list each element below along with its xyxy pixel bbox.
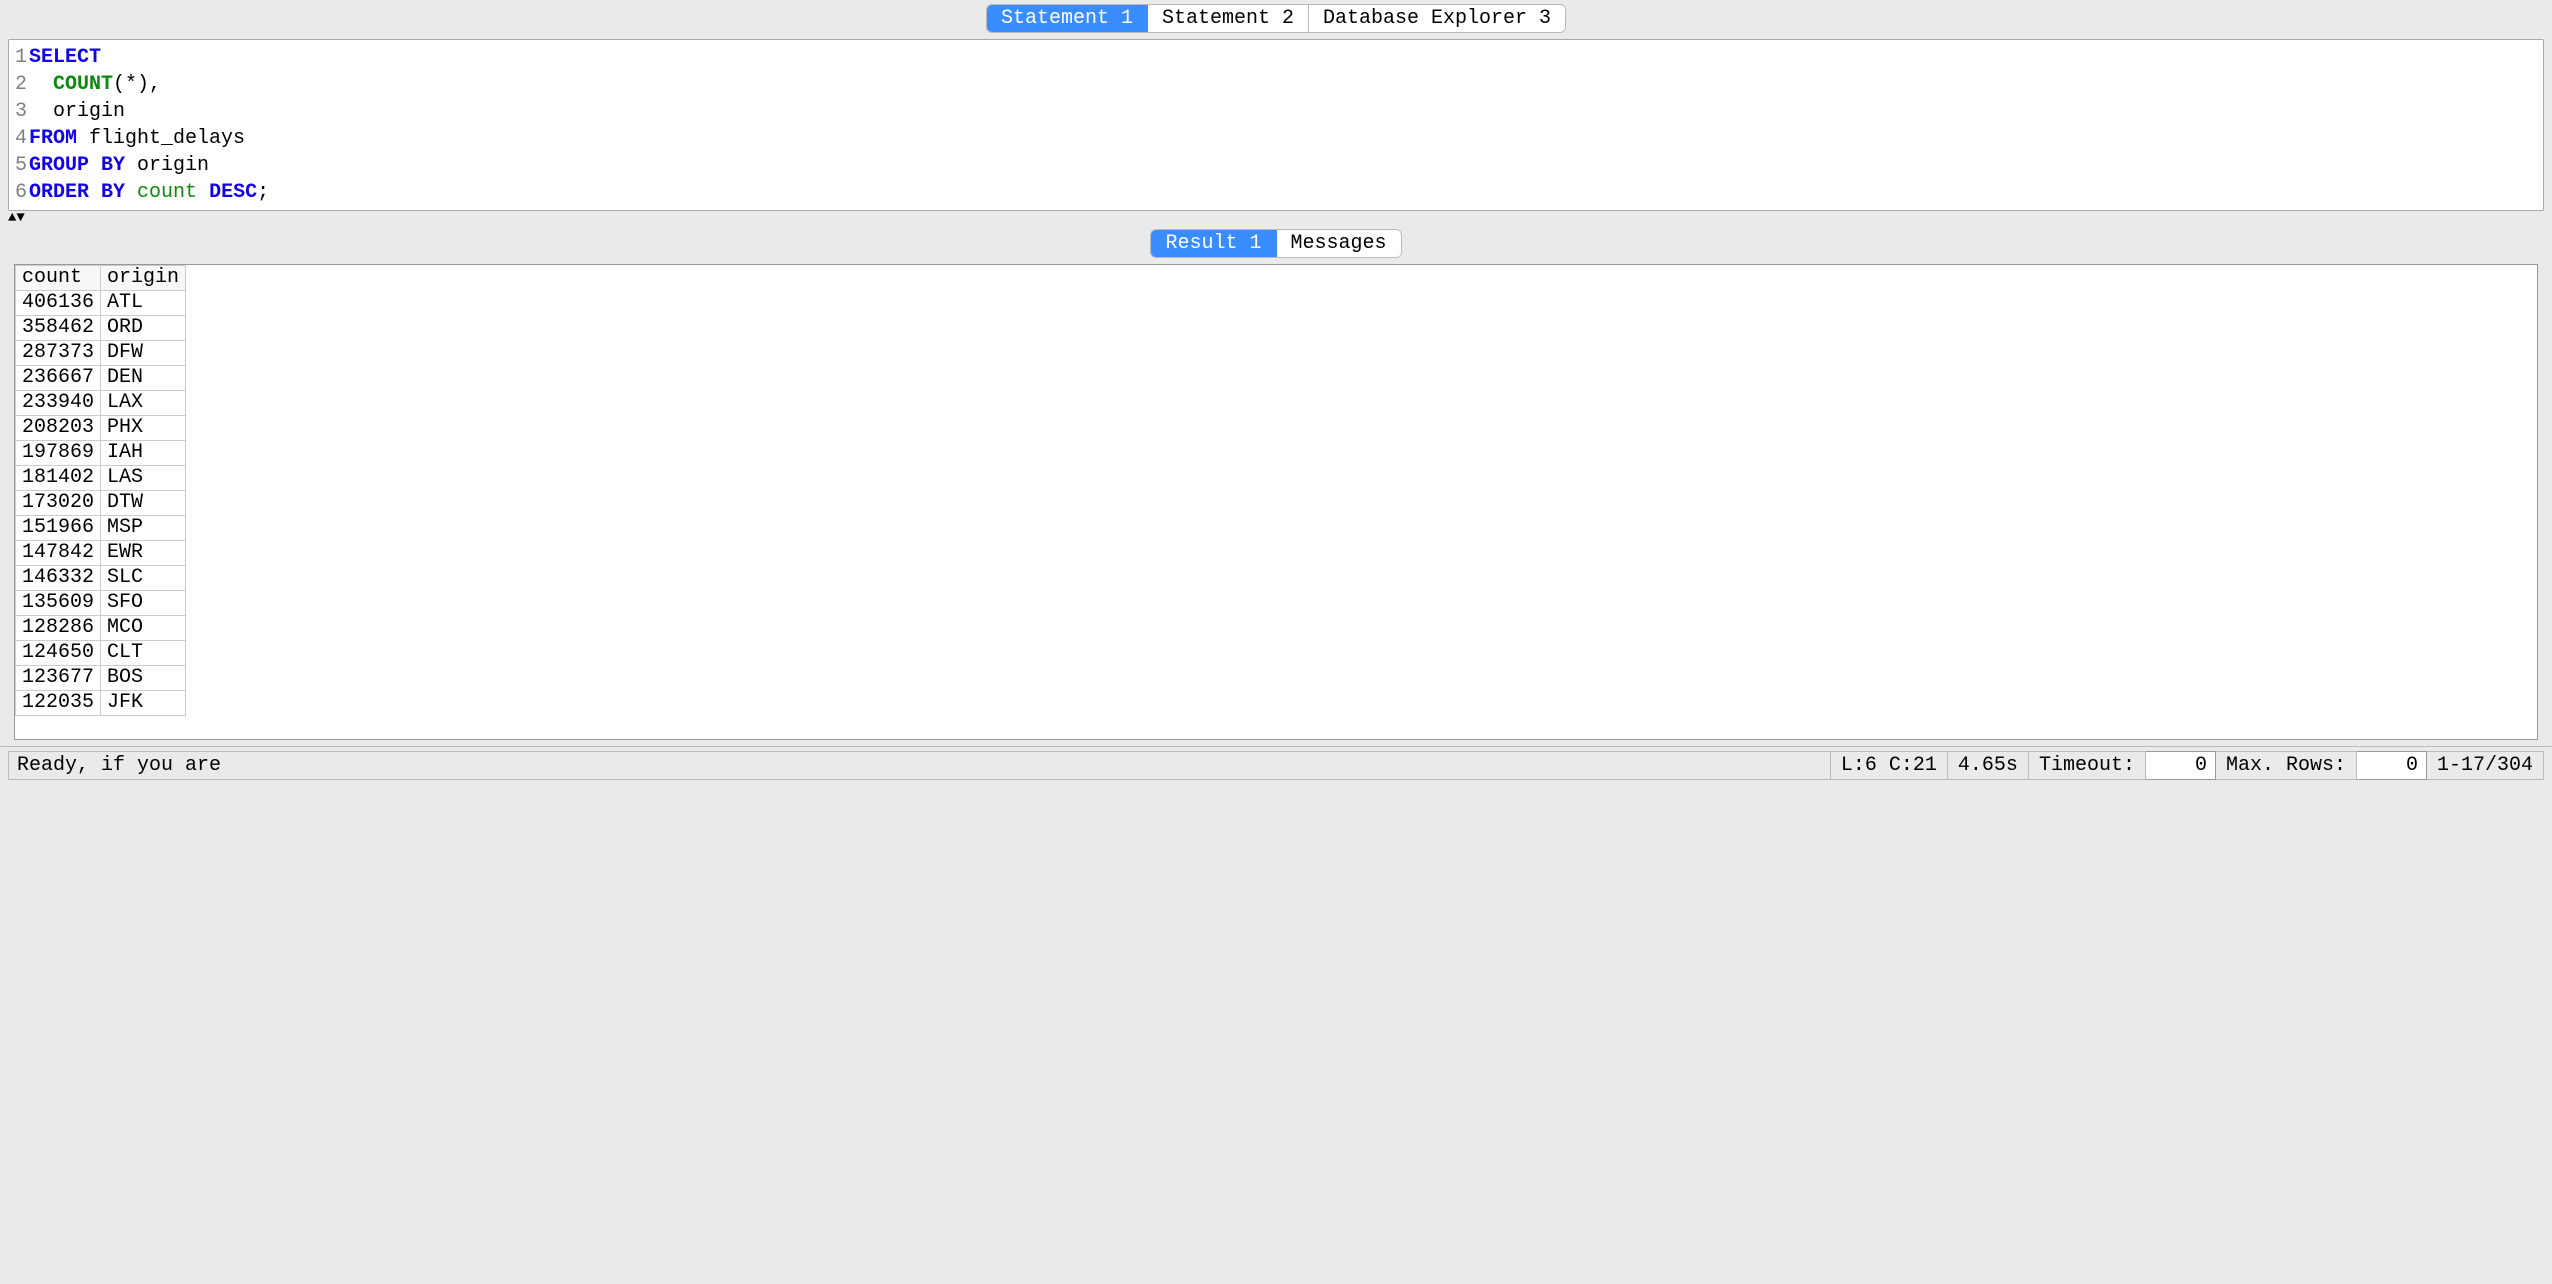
line-gutter: 123456 <box>9 40 29 210</box>
cell-origin[interactable]: DEN <box>101 366 186 391</box>
cell-origin[interactable]: PHX <box>101 416 186 441</box>
table-row[interactable]: 135609SFO <box>16 591 186 616</box>
table-row[interactable]: 358462ORD <box>16 316 186 341</box>
cell-origin[interactable]: LAX <box>101 391 186 416</box>
sql-editor[interactable]: 123456 SELECT COUNT(*), originFROM fligh… <box>9 40 2543 210</box>
result-tab-result-1[interactable]: Result 1 <box>1151 230 1276 257</box>
table-row[interactable]: 181402LAS <box>16 466 186 491</box>
cell-count[interactable]: 135609 <box>16 591 101 616</box>
tab-statement-1[interactable]: Statement 1 <box>987 5 1148 32</box>
cell-origin[interactable]: CLT <box>101 641 186 666</box>
line-number: 1 <box>15 44 27 71</box>
cell-count[interactable]: 146332 <box>16 566 101 591</box>
timeout-label: Timeout: <box>2029 751 2146 780</box>
result-tab-bar: Result 1Messages <box>0 225 2552 264</box>
table-row[interactable]: 287373DFW <box>16 341 186 366</box>
table-row[interactable]: 197869IAH <box>16 441 186 466</box>
code-line[interactable]: ORDER BY count DESC; <box>29 179 269 206</box>
app-root: Statement 1Statement 2Database Explorer … <box>0 0 2552 784</box>
code-area[interactable]: SELECT COUNT(*), originFROM flight_delay… <box>29 40 275 210</box>
maxrows-label: Max. Rows: <box>2216 751 2357 780</box>
cell-count[interactable]: 173020 <box>16 491 101 516</box>
cell-origin[interactable]: IAH <box>101 441 186 466</box>
column-header-count[interactable]: count <box>16 266 101 291</box>
cell-count[interactable]: 181402 <box>16 466 101 491</box>
table-row[interactable]: 236667DEN <box>16 366 186 391</box>
cell-count[interactable]: 123677 <box>16 666 101 691</box>
code-line[interactable]: FROM flight_delays <box>29 125 269 152</box>
cell-origin[interactable]: JFK <box>101 691 186 716</box>
table-row[interactable]: 128286MCO <box>16 616 186 641</box>
table-row[interactable]: 173020DTW <box>16 491 186 516</box>
table-row[interactable]: 233940LAX <box>16 391 186 416</box>
cell-origin[interactable]: SLC <box>101 566 186 591</box>
column-header-origin[interactable]: origin <box>101 266 186 291</box>
pane-splitter[interactable]: ▲▼ <box>0 211 2552 225</box>
cell-origin[interactable]: SFO <box>101 591 186 616</box>
table-row[interactable]: 147842EWR <box>16 541 186 566</box>
cell-origin[interactable]: DTW <box>101 491 186 516</box>
tab-database-explorer-3[interactable]: Database Explorer 3 <box>1309 5 1565 32</box>
cell-origin[interactable]: MSP <box>101 516 186 541</box>
cell-count[interactable]: 233940 <box>16 391 101 416</box>
cell-origin[interactable]: EWR <box>101 541 186 566</box>
row-range: 1-17/304 <box>2427 751 2544 780</box>
cursor-position: L:6 C:21 <box>1831 751 1948 780</box>
cell-count[interactable]: 124650 <box>16 641 101 666</box>
cell-count[interactable]: 147842 <box>16 541 101 566</box>
table-row[interactable]: 122035JFK <box>16 691 186 716</box>
cell-origin[interactable]: BOS <box>101 666 186 691</box>
maxrows-input[interactable]: 0 <box>2357 751 2427 780</box>
table-row[interactable]: 151966MSP <box>16 516 186 541</box>
cell-origin[interactable]: MCO <box>101 616 186 641</box>
result-tab-group: Result 1Messages <box>1150 229 1401 258</box>
splitter-up-icon[interactable]: ▲ <box>8 211 16 225</box>
cell-origin[interactable]: ATL <box>101 291 186 316</box>
line-number: 2 <box>15 71 27 98</box>
result-table[interactable]: countorigin 406136ATL358462ORD287373DFW2… <box>15 265 186 716</box>
cell-origin[interactable]: LAS <box>101 466 186 491</box>
cell-origin[interactable]: ORD <box>101 316 186 341</box>
editor-panel: 123456 SELECT COUNT(*), originFROM fligh… <box>8 39 2544 211</box>
cell-count[interactable]: 208203 <box>16 416 101 441</box>
tab-statement-2[interactable]: Statement 2 <box>1148 5 1309 32</box>
top-tab-bar: Statement 1Statement 2Database Explorer … <box>0 0 2552 39</box>
timeout-input[interactable]: 0 <box>2146 751 2216 780</box>
cell-count[interactable]: 358462 <box>16 316 101 341</box>
table-row[interactable]: 124650CLT <box>16 641 186 666</box>
status-message: Ready, if you are <box>8 751 1831 780</box>
status-bar: Ready, if you are L:6 C:21 4.65s Timeout… <box>0 746 2552 784</box>
table-row[interactable]: 208203PHX <box>16 416 186 441</box>
elapsed-time: 4.65s <box>1948 751 2029 780</box>
splitter-down-icon[interactable]: ▼ <box>16 211 24 225</box>
cell-count[interactable]: 128286 <box>16 616 101 641</box>
line-number: 5 <box>15 152 27 179</box>
tab-group: Statement 1Statement 2Database Explorer … <box>986 4 1566 33</box>
code-line[interactable]: GROUP BY origin <box>29 152 269 179</box>
cell-count[interactable]: 236667 <box>16 366 101 391</box>
code-line[interactable]: SELECT <box>29 44 269 71</box>
table-row[interactable]: 146332SLC <box>16 566 186 591</box>
cell-origin[interactable]: DFW <box>101 341 186 366</box>
line-number: 6 <box>15 179 27 206</box>
result-scroll[interactable]: countorigin 406136ATL358462ORD287373DFW2… <box>15 265 2537 739</box>
table-row[interactable]: 406136ATL <box>16 291 186 316</box>
result-panel: countorigin 406136ATL358462ORD287373DFW2… <box>14 264 2538 740</box>
table-row[interactable]: 123677BOS <box>16 666 186 691</box>
cell-count[interactable]: 122035 <box>16 691 101 716</box>
cell-count[interactable]: 197869 <box>16 441 101 466</box>
code-line[interactable]: origin <box>29 98 269 125</box>
code-line[interactable]: COUNT(*), <box>29 71 269 98</box>
line-number: 4 <box>15 125 27 152</box>
cell-count[interactable]: 287373 <box>16 341 101 366</box>
cell-count[interactable]: 406136 <box>16 291 101 316</box>
result-tab-messages[interactable]: Messages <box>1277 230 1401 257</box>
cell-count[interactable]: 151966 <box>16 516 101 541</box>
line-number: 3 <box>15 98 27 125</box>
